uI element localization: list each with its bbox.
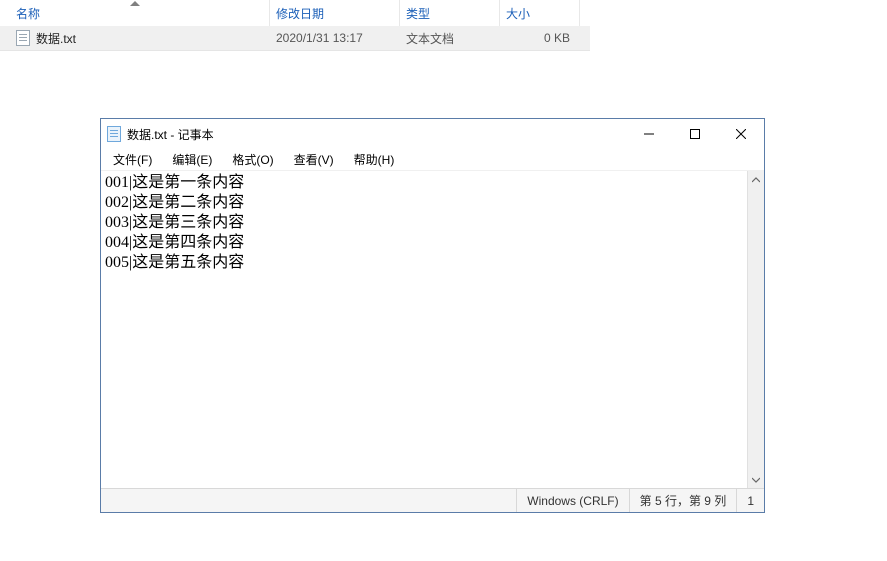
file-size: 0 KB [500, 31, 580, 45]
status-zoom: 1 [736, 489, 764, 512]
file-explorer-list: 名称 修改日期 类型 大小 数据.txt 2020/1/31 13:17 文本文… [0, 0, 590, 51]
maximize-icon [690, 129, 700, 139]
file-name: 数据.txt [36, 30, 76, 47]
scroll-down-icon[interactable] [748, 471, 764, 488]
column-header-name[interactable]: 名称 [0, 0, 270, 26]
menu-file[interactable]: 文件(F) [105, 149, 160, 170]
menu-help[interactable]: 帮助(H) [346, 149, 403, 170]
column-header-type[interactable]: 类型 [400, 0, 500, 26]
file-row[interactable]: 数据.txt 2020/1/31 13:17 文本文档 0 KB [0, 26, 590, 50]
notepad-window: 数据.txt - 记事本 文件(F) 编辑(E) 格式(O) 查看(V) 帮助(… [100, 118, 765, 513]
close-icon [736, 129, 746, 139]
editor-area: 001|这是第一条内容 002|这是第二条内容 003|这是第三条内容 004|… [101, 171, 764, 488]
statusbar: Windows (CRLF) 第 5 行，第 9 列 1 [101, 488, 764, 512]
vertical-scrollbar[interactable] [747, 171, 764, 488]
column-header-name-label: 名称 [16, 5, 40, 22]
file-date: 2020/1/31 13:17 [270, 31, 400, 45]
notepad-icon [107, 126, 121, 142]
sort-ascending-icon [130, 1, 140, 6]
column-header-size[interactable]: 大小 [500, 0, 580, 26]
window-controls [626, 119, 764, 149]
column-header-date-label: 修改日期 [276, 5, 324, 22]
menu-edit[interactable]: 编辑(E) [164, 149, 220, 170]
window-title: 数据.txt - 记事本 [127, 126, 214, 143]
column-header-date[interactable]: 修改日期 [270, 0, 400, 26]
menu-view[interactable]: 查看(V) [286, 149, 342, 170]
status-cursor: 第 5 行，第 9 列 [629, 489, 737, 512]
scroll-up-icon[interactable] [748, 171, 764, 188]
text-file-icon [16, 30, 30, 46]
file-type: 文本文档 [400, 30, 500, 47]
status-encoding: Windows (CRLF) [516, 489, 628, 512]
minimize-button[interactable] [626, 119, 672, 149]
minimize-icon [644, 129, 654, 139]
column-header-type-label: 类型 [406, 5, 430, 22]
file-list-header: 名称 修改日期 类型 大小 [0, 0, 590, 26]
titlebar[interactable]: 数据.txt - 记事本 [101, 119, 764, 149]
menubar: 文件(F) 编辑(E) 格式(O) 查看(V) 帮助(H) [101, 149, 764, 171]
column-header-size-label: 大小 [506, 5, 530, 22]
close-button[interactable] [718, 119, 764, 149]
maximize-button[interactable] [672, 119, 718, 149]
text-editor[interactable]: 001|这是第一条内容 002|这是第二条内容 003|这是第三条内容 004|… [101, 171, 747, 488]
menu-format[interactable]: 格式(O) [224, 149, 281, 170]
